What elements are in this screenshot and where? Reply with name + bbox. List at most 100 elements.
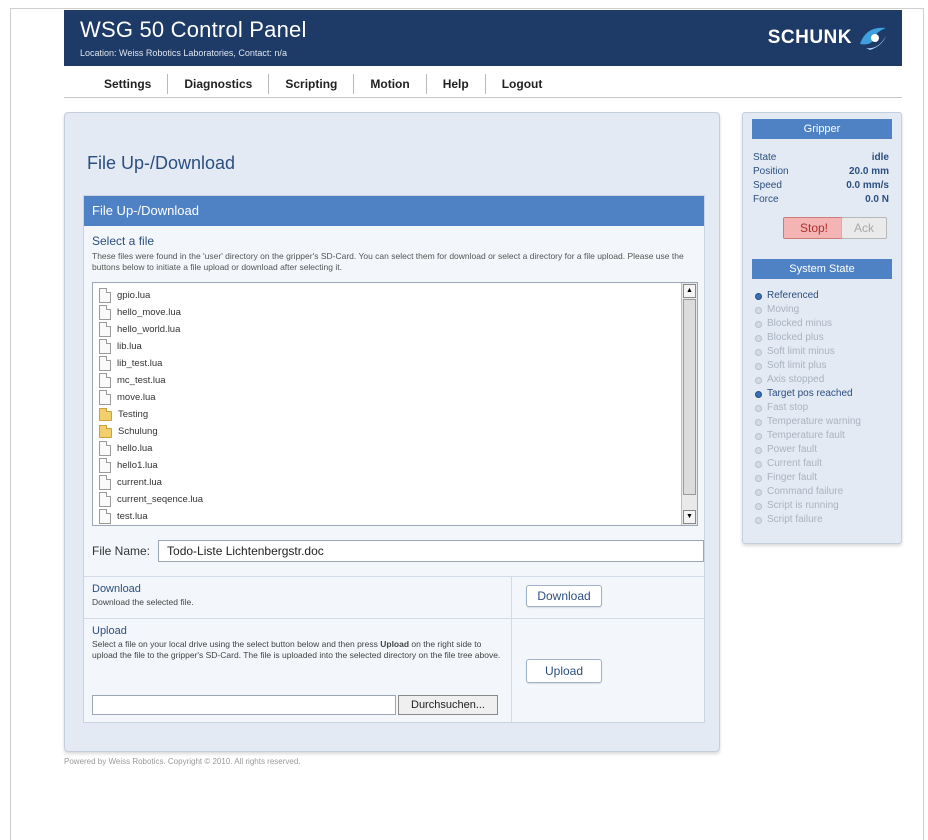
- scroll-up-arrow-icon[interactable]: ▲: [683, 284, 696, 298]
- nav-item-scripting[interactable]: Scripting: [269, 73, 355, 94]
- page-title: File Up-/Download: [87, 153, 236, 173]
- status-label: Temperature fault: [767, 430, 845, 441]
- scroll-down-arrow-icon[interactable]: ▼: [683, 510, 696, 524]
- list-item[interactable]: Testing: [99, 406, 148, 423]
- folder-name: Schulung: [118, 426, 158, 437]
- stat-label: Speed: [753, 180, 782, 191]
- file-tree[interactable]: gpio.lua hello_move.lua hello_world.lua …: [92, 282, 698, 526]
- file-name: gpio.lua: [117, 290, 151, 301]
- stat-label: Position: [753, 166, 789, 177]
- app-subtitle: Location: Weiss Robotics Laboratories, C…: [80, 48, 287, 58]
- nav-item-help[interactable]: Help: [427, 73, 486, 94]
- status-label: Finger fault: [767, 472, 818, 483]
- list-item[interactable]: Schulung: [99, 423, 158, 440]
- status-indicator: Blocked plus: [755, 331, 824, 345]
- list-item[interactable]: lib_test.lua: [99, 355, 162, 372]
- status-dot-icon: [755, 320, 762, 328]
- folder-name: Testing: [118, 409, 149, 420]
- list-item[interactable]: hello_move.lua: [99, 304, 181, 321]
- file-icon: [99, 458, 111, 473]
- status-dot-icon: [755, 334, 762, 342]
- status-indicator: Referenced: [755, 289, 819, 303]
- status-label: Blocked plus: [767, 332, 824, 343]
- status-indicator: Moving: [755, 303, 799, 317]
- stat-label: Force: [753, 194, 779, 205]
- stop-button[interactable]: Stop!: [783, 217, 845, 239]
- download-info: Download Download the selected file.: [84, 577, 512, 618]
- browse-button[interactable]: Durchsuchen...: [398, 695, 498, 715]
- filename-field[interactable]: [158, 540, 704, 562]
- status-label: Command failure: [767, 486, 844, 497]
- schunk-logo-icon: [860, 27, 886, 50]
- ack-button[interactable]: Ack: [841, 217, 887, 239]
- status-dot-icon: [755, 418, 762, 426]
- file-name: test.lua: [117, 511, 148, 522]
- nav-item-diagnostics[interactable]: Diagnostics: [168, 73, 270, 94]
- status-dot-icon: [755, 474, 762, 482]
- stat-value: 0.0 mm/s: [846, 180, 889, 191]
- file-icon: [99, 356, 111, 371]
- nav-item-settings[interactable]: Settings: [88, 73, 169, 94]
- folder-icon: [99, 424, 112, 438]
- list-item[interactable]: test.lua: [99, 508, 148, 525]
- status-indicator: Temperature fault: [755, 429, 845, 443]
- upload-button[interactable]: Upload: [526, 659, 602, 683]
- status-indicator: Fast stop: [755, 401, 808, 415]
- file-icon: [99, 441, 111, 456]
- list-item[interactable]: move.lua: [99, 389, 156, 406]
- status-indicator: Power fault: [755, 443, 817, 457]
- file-icon: [99, 305, 111, 320]
- main-nav: Settings Diagnostics Scripting Motion He…: [64, 70, 902, 98]
- status-label: Soft limit plus: [767, 360, 827, 371]
- file-name: hello_world.lua: [117, 324, 181, 335]
- list-item[interactable]: hello_world.lua: [99, 321, 180, 338]
- status-label: Power fault: [767, 444, 818, 455]
- file-updown-box: File Up-/Download Select a file These fi…: [83, 195, 705, 723]
- status-indicator: Current fault: [755, 457, 822, 471]
- status-indicator: Soft limit plus: [755, 359, 826, 373]
- file-name: mc_test.lua: [117, 375, 166, 386]
- stat-row-force: Force 0.0 N: [753, 193, 889, 207]
- status-indicator: Script is running: [755, 499, 839, 513]
- folder-icon: [99, 407, 112, 421]
- list-item[interactable]: current_seqence.lua: [99, 491, 203, 508]
- scroll-thumb[interactable]: [683, 299, 696, 495]
- status-indicator: Axis stopped: [755, 373, 824, 387]
- file-icon: [99, 339, 111, 354]
- download-button[interactable]: Download: [526, 585, 602, 607]
- list-item[interactable]: lib.lua: [99, 338, 142, 355]
- status-label: Moving: [767, 304, 800, 315]
- file-tree-scrollbar[interactable]: ▲ ▼: [681, 283, 697, 525]
- browse-row: Durchsuchen...: [92, 695, 498, 715]
- nav-item-motion[interactable]: Motion: [354, 73, 427, 94]
- status-dot-icon: [755, 390, 762, 398]
- nav-item-logout[interactable]: Logout: [486, 74, 559, 94]
- select-file-description: These files were found in the 'user' dir…: [92, 251, 684, 272]
- status-dot-icon: [755, 362, 762, 370]
- file-icon: [99, 390, 111, 405]
- upload-title: Upload: [92, 625, 127, 637]
- download-title: Download: [92, 583, 141, 595]
- file-name: move.lua: [117, 392, 156, 403]
- select-file-title: Select a file: [92, 234, 155, 248]
- list-item[interactable]: mc_test.lua: [99, 372, 166, 389]
- list-item[interactable]: gpio.lua: [99, 287, 150, 304]
- file-icon: [99, 322, 111, 337]
- status-label: Script is running: [767, 500, 839, 511]
- list-item[interactable]: hello.lua: [99, 440, 152, 457]
- file-icon: [99, 373, 111, 388]
- file-name: current_seqence.lua: [117, 494, 204, 505]
- status-indicator: Temperature warning: [755, 415, 861, 429]
- status-dot-icon: [755, 432, 762, 440]
- list-item[interactable]: current.lua: [99, 474, 162, 491]
- status-label: Soft limit minus: [767, 346, 835, 357]
- stat-label: State: [753, 152, 777, 163]
- upload-file-input[interactable]: [92, 695, 396, 715]
- main-panel: File Up-/Download File Up-/Download Sele…: [64, 112, 720, 752]
- status-label: Fast stop: [767, 402, 809, 413]
- file-name: hello1.lua: [117, 460, 158, 471]
- upload-desc-bold: Upload: [380, 639, 410, 649]
- list-item[interactable]: hello1.lua: [99, 457, 158, 474]
- app-title: WSG 50 Control Panel: [80, 17, 307, 42]
- box-title: File Up-/Download: [84, 196, 704, 226]
